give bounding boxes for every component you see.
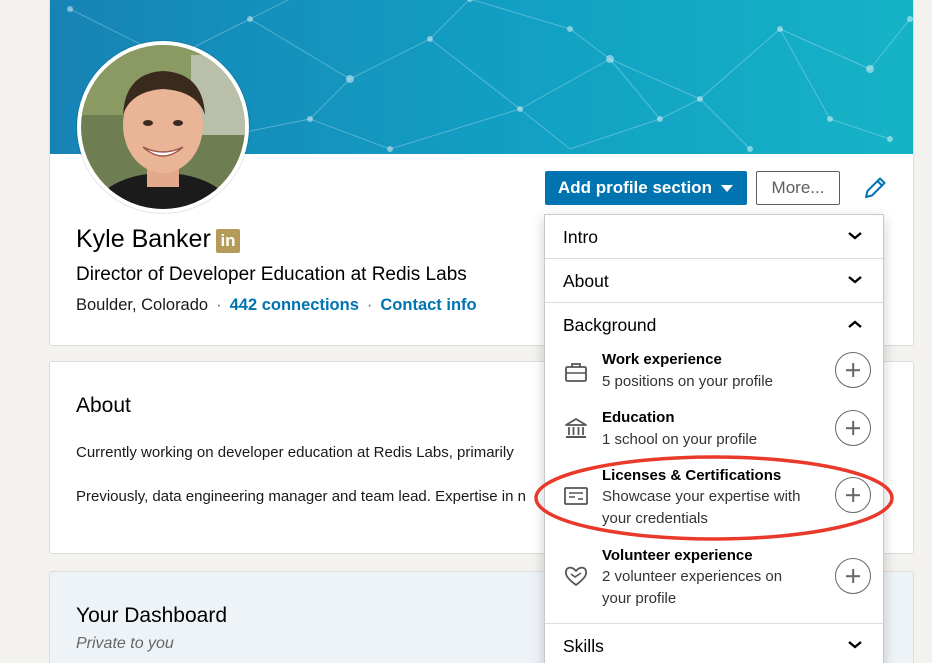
section-skills-label: Skills	[563, 636, 604, 656]
pencil-edit-icon[interactable]	[862, 175, 888, 201]
more-button[interactable]: More...	[756, 171, 840, 205]
section-intro-label: Intro	[563, 227, 599, 247]
menu-item-description: Showcase your expertise with your creden…	[602, 488, 801, 527]
avatar-image	[81, 45, 245, 209]
profile-headline: Director of Developer Education at Redis…	[76, 264, 467, 285]
menu-item-work-experience[interactable]: Work experience 5 positions on your prof…	[545, 349, 883, 407]
dashboard-subtitle: Private to you	[76, 635, 174, 652]
section-background-label: Background	[563, 315, 657, 335]
chevron-up-icon	[848, 320, 862, 328]
section-about-label: About	[563, 271, 609, 291]
linkedin-badge-icon: in	[216, 229, 240, 253]
section-skills[interactable]: Skills	[545, 623, 883, 663]
dashboard-heading: Your Dashboard	[76, 604, 227, 627]
section-background[interactable]: Background	[545, 303, 883, 347]
volunteer-heart-icon	[564, 566, 588, 586]
menu-item-title: Work experience	[602, 351, 722, 368]
add-plus-icon[interactable]	[835, 558, 871, 594]
about-text-line-1: Currently working on developer education…	[76, 444, 514, 461]
add-plus-icon[interactable]	[835, 410, 871, 446]
chevron-down-icon	[848, 232, 862, 240]
about-text-line-2: Previously, data engineering manager and…	[76, 488, 526, 505]
add-profile-section-dropdown: Intro About Background Work experience 5…	[544, 214, 884, 663]
certificate-icon	[564, 487, 588, 505]
menu-item-title: Licenses & Certifications	[602, 467, 782, 484]
contact-info-link[interactable]: Contact info	[380, 296, 476, 314]
separator-dot: ·	[216, 296, 222, 314]
caret-down-icon	[720, 184, 733, 192]
add-profile-section-button[interactable]: Add profile section	[545, 171, 747, 205]
school-icon	[565, 418, 587, 438]
add-plus-icon[interactable]	[835, 352, 871, 388]
add-plus-icon[interactable]	[835, 477, 871, 513]
section-intro[interactable]: Intro	[545, 215, 883, 259]
section-about[interactable]: About	[545, 259, 883, 303]
briefcase-icon	[565, 363, 587, 382]
chevron-down-icon	[848, 276, 862, 284]
menu-item-description: 5 positions on your profile	[602, 373, 773, 390]
separator-dot: ·	[366, 296, 373, 314]
menu-item-title: Volunteer experience	[602, 547, 753, 564]
menu-item-description: 1 school on your profile	[602, 431, 758, 448]
profile-location: Boulder, Colorado	[76, 296, 209, 314]
add-profile-section-label: Add profile section	[558, 178, 712, 197]
menu-item-education[interactable]: Education 1 school on your profile	[545, 407, 883, 465]
menu-item-volunteer-experience[interactable]: Volunteer experience 2 volunteer experie…	[545, 545, 883, 625]
menu-item-title: Education	[602, 409, 675, 426]
profile-meta: Boulder, Colorado · 442 connections · Contac…	[76, 296, 477, 315]
chevron-down-icon	[848, 641, 862, 649]
profile-photo[interactable]	[77, 41, 249, 213]
connections-link[interactable]: 442 connections	[230, 296, 359, 314]
menu-item-licenses-certifications[interactable]: Licenses & Certifications Showcase your …	[545, 465, 883, 543]
about-heading: About	[76, 394, 131, 417]
menu-item-description: 2 volunteer experiences on your profile	[602, 568, 783, 607]
profile-name: Kyle Banker	[76, 225, 211, 253]
